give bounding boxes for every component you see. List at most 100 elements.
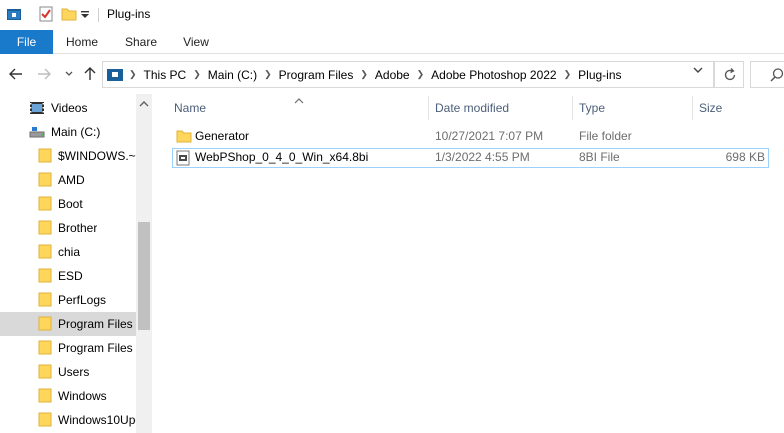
sidebar-item-program-files[interactable]: Program Files <box>0 312 136 336</box>
titlebar-separator <box>98 8 99 22</box>
customize-dropdown-icon[interactable] <box>80 9 96 25</box>
folder-icon <box>38 411 52 430</box>
this-pc-icon <box>107 68 123 82</box>
folder-icon <box>38 291 52 310</box>
column-divider[interactable] <box>692 96 693 120</box>
file-list: Name Date modified Type Size Generator 1… <box>152 94 784 433</box>
sidebar-item-windows10upgrade[interactable]: Windows10Upgrade <box>0 408 136 432</box>
refresh-button[interactable] <box>714 61 744 88</box>
breadcrumb-chevron-icon[interactable]: ❯ <box>188 69 206 80</box>
properties-icon[interactable] <box>38 6 54 22</box>
breadcrumb-chevron-icon[interactable]: ❯ <box>412 69 430 80</box>
sidebar-item-label: Main (C:) <box>51 125 101 139</box>
folder-icon <box>38 195 52 214</box>
drive-icon <box>29 124 45 140</box>
sidebar-item-label: Windows <box>58 389 107 403</box>
tab-share[interactable]: Share <box>116 30 166 54</box>
sidebar-item-users[interactable]: Users <box>0 360 136 384</box>
window-title: Plug-ins <box>107 7 151 21</box>
sidebar-item-label: chia <box>58 245 81 259</box>
folder-icon <box>38 267 52 286</box>
column-header-size[interactable]: Size <box>699 94 769 122</box>
breadcrumb-adobe-photoshop[interactable]: Adobe Photoshop 2022 <box>429 68 558 82</box>
navigation-pane: Videos Main (C:) $WINDOWS.~BT AMD Boot B… <box>0 94 152 433</box>
sidebar-item-boot[interactable]: Boot <box>0 192 136 216</box>
videos-icon <box>29 100 45 116</box>
breadcrumb-chevron-icon[interactable]: ❯ <box>355 69 373 80</box>
folder-icon <box>176 128 192 147</box>
folder-icon <box>38 219 52 238</box>
sidebar-scrollbar-thumb[interactable] <box>138 222 150 330</box>
recent-locations-chevron-icon[interactable] <box>61 67 77 83</box>
breadcrumb-chevron-icon[interactable]: ❯ <box>559 69 577 80</box>
sidebar-item-windows[interactable]: Windows <box>0 384 136 408</box>
plugin-file-icon <box>176 150 190 169</box>
breadcrumb-plug-ins[interactable]: Plug-ins <box>576 68 623 82</box>
sidebar-item-label: AMD <box>58 173 85 187</box>
file-date-modified: 10/27/2021 7:07 PM <box>435 129 544 143</box>
file-name: Generator <box>195 129 250 143</box>
scroll-up-arrow-icon[interactable] <box>136 96 152 112</box>
refresh-icon <box>722 67 738 86</box>
new-folder-icon[interactable] <box>61 6 77 22</box>
search-input[interactable] <box>750 61 784 88</box>
sidebar-item-label: Brother <box>58 221 98 235</box>
file-type: 8BI File <box>579 150 620 164</box>
column-header-name[interactable]: Name <box>174 94 424 122</box>
folder-icon <box>38 147 52 166</box>
file-size: 698 KB <box>725 150 765 164</box>
sidebar-item-label: ESD <box>58 269 83 283</box>
tab-file[interactable]: File <box>0 30 53 54</box>
column-header-date-modified[interactable]: Date modified <box>435 94 571 122</box>
sidebar-item-label: Program Files (x86) <box>58 341 136 355</box>
breadcrumb-chevron-icon[interactable]: ❯ <box>129 69 142 80</box>
folder-icon <box>38 171 52 190</box>
sidebar-item-esd[interactable]: ESD <box>0 264 136 288</box>
sidebar-item-label: $WINDOWS.~BT <box>58 149 136 163</box>
sidebar-item-label: PerfLogs <box>58 293 107 307</box>
file-date-modified: 1/3/2022 4:55 PM <box>435 150 530 164</box>
file-type: File folder <box>579 129 632 143</box>
sidebar-item-chia[interactable]: chia <box>0 240 136 264</box>
file-row-webpshop-plugin[interactable]: WebPShop_0_4_0_Win_x64.8bi 1/3/2022 4:55… <box>172 148 769 168</box>
sidebar-item-windows-bt[interactable]: $WINDOWS.~BT <box>0 144 136 168</box>
column-divider[interactable] <box>428 96 429 120</box>
file-name: WebPShop_0_4_0_Win_x64.8bi <box>195 150 369 164</box>
sidebar-item-label: Boot <box>58 197 83 211</box>
title-bar: Plug-ins <box>0 0 784 30</box>
address-history-dropdown-icon[interactable] <box>690 62 706 78</box>
sidebar-item-brother[interactable]: Brother <box>0 216 136 240</box>
breadcrumb-program-files[interactable]: Program Files <box>277 68 356 82</box>
sidebar-item-amd[interactable]: AMD <box>0 168 136 192</box>
sidebar-item-label: Program Files <box>58 317 133 331</box>
file-row-generator[interactable]: Generator 10/27/2021 7:07 PM File folder <box>172 127 769 147</box>
explorer-icon[interactable] <box>6 6 22 22</box>
folder-icon <box>38 339 52 358</box>
sidebar-item-videos[interactable]: Videos <box>0 96 136 120</box>
sidebar-item-program-files-x86[interactable]: Program Files (x86) <box>0 336 136 360</box>
sidebar-item-label: Windows10Upgrade <box>58 413 136 427</box>
breadcrumb-main-c[interactable]: Main (C:) <box>206 68 259 82</box>
tab-home[interactable]: Home <box>58 30 106 54</box>
navigation-bar: ❯ This PC ❯ Main (C:) ❯ Program Files ❯ … <box>0 54 784 94</box>
sidebar-item-label: Videos <box>51 101 88 115</box>
breadcrumb-adobe[interactable]: Adobe <box>373 68 412 82</box>
search-icon <box>769 67 784 86</box>
folder-icon <box>38 363 52 382</box>
folder-icon <box>38 243 52 262</box>
forward-arrow-icon[interactable] <box>36 66 52 82</box>
breadcrumb-chevron-icon[interactable]: ❯ <box>259 69 277 80</box>
ribbon-tabs: File Home Share View <box>0 30 784 54</box>
sidebar-item-perflogs[interactable]: PerfLogs <box>0 288 136 312</box>
folder-icon <box>38 315 52 334</box>
column-divider[interactable] <box>572 96 573 120</box>
breadcrumb-this-pc[interactable]: This PC <box>142 68 189 82</box>
column-header-type[interactable]: Type <box>579 94 689 122</box>
sidebar-item-label: Users <box>58 365 90 379</box>
tab-view[interactable]: View <box>174 30 218 54</box>
address-bar[interactable]: ❯ This PC ❯ Main (C:) ❯ Program Files ❯ … <box>102 61 714 88</box>
back-arrow-icon[interactable] <box>8 66 24 82</box>
sidebar-item-main-c[interactable]: Main (C:) <box>0 120 136 144</box>
up-arrow-icon[interactable] <box>82 66 98 82</box>
folder-icon <box>38 387 52 406</box>
